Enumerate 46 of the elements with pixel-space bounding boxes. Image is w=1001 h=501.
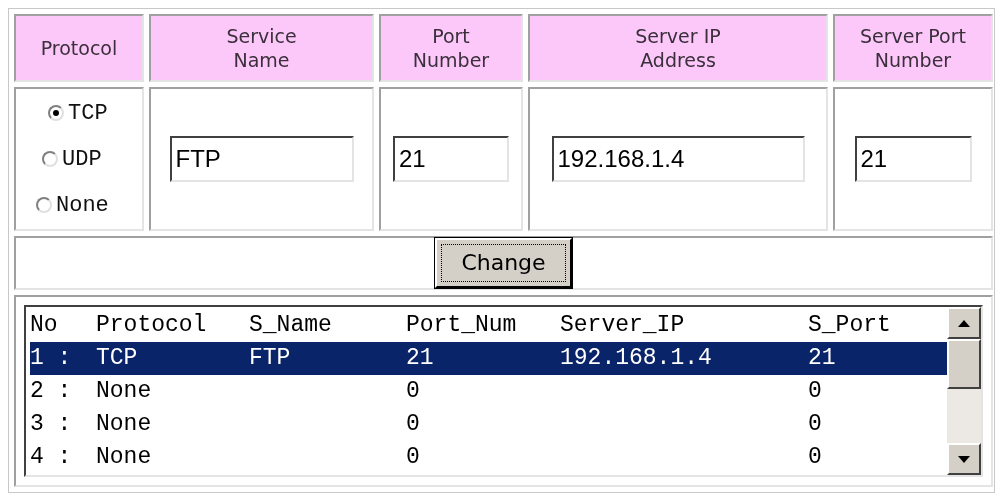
- list-column-header: Server_IP: [560, 311, 686, 340]
- column-header: Port Number: [379, 14, 523, 82]
- column-header: Protocol: [14, 14, 144, 82]
- server-port-field[interactable]: 21: [854, 136, 972, 182]
- list-column-header: S_Port: [808, 311, 892, 340]
- list-cell-text: None: [96, 443, 153, 472]
- list-cell-text: 0: [406, 410, 421, 439]
- column-header: Service Name: [149, 14, 374, 82]
- list-column-header: Protocol: [96, 311, 208, 340]
- radio-option[interactable]: TCP: [48, 93, 142, 133]
- scrollbar[interactable]: [947, 307, 981, 475]
- list-cell-text: None: [96, 410, 153, 439]
- radio-option[interactable]: UDP: [42, 139, 142, 179]
- list-cell-text: TCP: [96, 344, 139, 373]
- list-cell-text: None: [96, 377, 153, 406]
- list-cell-text: FTP: [249, 344, 292, 373]
- scroll-thumb[interactable]: [947, 339, 981, 389]
- radio-option[interactable]: None: [36, 185, 142, 225]
- list-row[interactable]: 2 : None 0 0: [30, 375, 947, 408]
- list-cell-text: 21: [808, 344, 837, 373]
- list-row[interactable]: 1 : TCP FTP 21 192.168.1.4 21: [30, 342, 947, 375]
- port-number-field[interactable]: 21: [393, 136, 509, 182]
- list-cell-text: 0: [808, 377, 823, 406]
- list-column-header: Port_Num: [406, 311, 518, 340]
- list-column-header: No: [30, 311, 59, 340]
- column-header: Server Port Number: [833, 14, 993, 82]
- radio-button[interactable]: [42, 151, 58, 167]
- list-cell-text: 0: [808, 410, 823, 439]
- service-name-field[interactable]: FTP: [169, 136, 354, 182]
- radio-button[interactable]: [48, 105, 64, 121]
- change-button[interactable]: Change: [435, 238, 572, 288]
- list-cell-text: 4 :: [30, 443, 73, 472]
- list-cell-text: 192.168.1.4: [560, 344, 713, 373]
- list-cell-text: 0: [808, 443, 823, 472]
- server-ip-field[interactable]: 192.168.1.4: [551, 136, 805, 182]
- list-cell-text: 1 :: [30, 344, 73, 373]
- list-cell-text: 3 :: [30, 410, 73, 439]
- list-cell-text: 0: [406, 377, 421, 406]
- column-header: Server IP Address: [528, 14, 828, 82]
- list-row[interactable]: 4 : None 0 0: [30, 441, 947, 474]
- radio-button[interactable]: [36, 197, 52, 213]
- list-column-header: S_Name: [249, 311, 333, 340]
- list-cell-text: 2 :: [30, 377, 73, 406]
- list-cell-text: 21: [406, 344, 435, 373]
- list-row[interactable]: 3 : None 0 0: [30, 408, 947, 441]
- list-cell-text: 0: [406, 443, 421, 472]
